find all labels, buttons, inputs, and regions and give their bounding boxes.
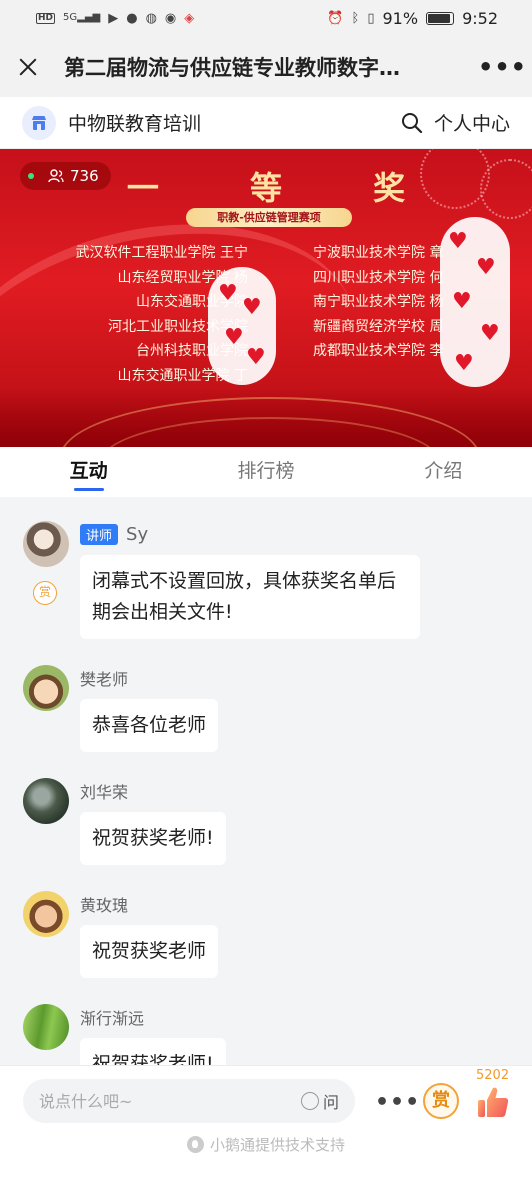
sender-name: 黄玫瑰 bbox=[80, 896, 129, 915]
heart-icon: ♥ bbox=[454, 351, 474, 376]
battery-icon bbox=[426, 11, 455, 25]
page-title: 第二届物流与供应链专业教师数字… bbox=[64, 55, 400, 80]
message-bubble: 祝贺获奖老师! bbox=[80, 812, 226, 865]
message-header: 讲师 Sy bbox=[80, 521, 492, 547]
heart-icon: ♥ bbox=[224, 325, 244, 350]
personal-center-link[interactable]: 个人中心 bbox=[434, 109, 510, 136]
heart-sticker: ♥ ♥ ♥ ♥ bbox=[208, 267, 276, 385]
vibrate-icon: ▯ bbox=[367, 10, 375, 26]
tab-interaction[interactable]: 互动 bbox=[0, 447, 177, 497]
tab-leaderboard[interactable]: 排行榜 bbox=[177, 447, 354, 497]
message-icon: ◉ bbox=[164, 10, 177, 26]
avatar[interactable] bbox=[23, 891, 69, 937]
heart-icon: ♥ bbox=[448, 229, 468, 254]
status-left: HD 5G▂▄▆ ▶ ● ◍ ◉ ◈ bbox=[36, 12, 194, 25]
winner-entry: 宁波职业技术学院 章 bbox=[313, 245, 444, 261]
like-count: 5202 bbox=[476, 1068, 510, 1083]
battery-percent: 91% bbox=[382, 8, 419, 28]
clock: 9:52 bbox=[462, 8, 498, 28]
org-name[interactable]: 中物联教育培训 bbox=[68, 109, 400, 136]
sender-name: Sy bbox=[126, 523, 149, 545]
live-video-banner[interactable]: 736 一 等 奖 职教-供应链管理赛项 武汉软件工程职业学院 王宁 山东经贸职… bbox=[0, 149, 532, 447]
message-header: 刘华荣 bbox=[80, 778, 492, 804]
app-notification-icon: ◈ bbox=[184, 10, 195, 26]
alarm-icon: ⏰ bbox=[327, 10, 344, 26]
powered-by-footer: 小鹅通提供技术支持 bbox=[0, 1134, 532, 1155]
winner-entry: 武汉软件工程职业学院 王宁 bbox=[75, 245, 248, 261]
heart-icon: ♥ bbox=[218, 281, 238, 306]
winner-entry: 新疆商贸经济学校 周 bbox=[313, 318, 444, 335]
xiaoetong-logo-icon bbox=[186, 1136, 204, 1153]
comment-input[interactable] bbox=[39, 1091, 301, 1111]
wechat-icon: ◍ bbox=[145, 10, 157, 26]
close-button[interactable] bbox=[14, 53, 42, 81]
bottom-bar: 问 ••• 赏 5202 小鹅通提供技术支持 bbox=[0, 1065, 532, 1181]
winner-entry: 南宁职业技术学院 杨 bbox=[313, 294, 444, 310]
winner-entry: 成都职业技术学院 李 bbox=[313, 343, 444, 359]
message-header: 樊老师 bbox=[80, 665, 492, 691]
notification-bell-icon: ● bbox=[126, 10, 138, 26]
avatar[interactable] bbox=[23, 521, 69, 567]
sender-name: 刘华荣 bbox=[80, 783, 129, 802]
winner-entry: 四川职业技术学院 何 bbox=[313, 269, 444, 286]
winner-list-right: 宁波职业技术学院 章 四川职业技术学院 何 南宁职业技术学院 杨 新疆商贸经济学… bbox=[313, 241, 447, 364]
sender-name: 樊老师 bbox=[80, 670, 129, 689]
lecturer-tag: 讲师 bbox=[80, 523, 119, 545]
avatar[interactable] bbox=[23, 1004, 69, 1050]
chat-message: 赏 讲师 Sy 闭幕式不设置回放，具体获奖名单后期会出相关文件! bbox=[0, 521, 532, 639]
sender-name: 渐行渐远 bbox=[80, 1009, 145, 1028]
reward-badge[interactable]: 赏 bbox=[33, 581, 57, 605]
bluetooth-icon: ᛒ bbox=[351, 10, 360, 26]
more-options-button[interactable]: ••• bbox=[478, 53, 526, 81]
thumbs-up-icon[interactable] bbox=[474, 1083, 512, 1121]
chat-message: 刘华荣 祝贺获奖老师! bbox=[0, 778, 532, 865]
heart-icon: ♥ bbox=[480, 321, 500, 346]
heart-icon: ♥ bbox=[242, 295, 262, 320]
tab-bar: 互动 排行榜 介绍 bbox=[0, 447, 532, 497]
shop-icon[interactable] bbox=[22, 105, 56, 140]
shop-icon-glyph bbox=[32, 115, 46, 130]
title-bar: 第二届物流与供应链专业教师数字… ••• bbox=[0, 36, 532, 97]
message-bubble: 闭幕式不设置回放，具体获奖名单后期会出相关文件! bbox=[80, 555, 420, 639]
heart-icon: ♥ bbox=[452, 289, 472, 314]
search-icon[interactable] bbox=[400, 111, 424, 135]
powered-by-text: 小鹅通提供技术支持 bbox=[209, 1136, 345, 1154]
ask-question-toggle[interactable]: 问 bbox=[300, 1089, 339, 1113]
chat-message-list[interactable]: 赏 讲师 Sy 闭幕式不设置回放，具体获奖名单后期会出相关文件! 樊老师 恭喜各… bbox=[0, 497, 532, 1091]
comment-input-box[interactable]: 问 bbox=[23, 1079, 355, 1123]
chat-message: 樊老师 恭喜各位老师 bbox=[0, 665, 532, 752]
more-actions-button[interactable]: ••• bbox=[375, 1090, 420, 1115]
avatar[interactable] bbox=[23, 665, 69, 711]
message-header: 黄玫瑰 bbox=[80, 891, 492, 917]
hd-indicator: HD bbox=[36, 12, 56, 24]
reward-button[interactable]: 赏 bbox=[423, 1083, 459, 1119]
message-bubble: 恭喜各位老师 bbox=[80, 699, 219, 752]
heart-sticker: ♥ ♥ ♥ ♥ ♥ bbox=[440, 217, 510, 387]
heart-icon: ♥ bbox=[476, 255, 496, 280]
ask-label: 问 bbox=[322, 1093, 339, 1112]
status-bar: HD 5G▂▄▆ ▶ ● ◍ ◉ ◈ ⏰ ᛒ ▯ 91% 9:52 bbox=[0, 0, 532, 36]
avatar[interactable] bbox=[23, 778, 69, 824]
status-right: ⏰ ᛒ ▯ 91% 9:52 bbox=[327, 9, 498, 28]
signal-icon: 5G▂▄▆ bbox=[63, 12, 101, 23]
heart-icon: ♥ bbox=[246, 345, 266, 370]
battery-fill bbox=[428, 13, 450, 23]
org-bar: 中物联教育培训 个人中心 bbox=[0, 97, 532, 149]
chat-message: 黄玫瑰 祝贺获奖老师 bbox=[0, 891, 532, 978]
tab-introduction[interactable]: 介绍 bbox=[355, 447, 532, 497]
message-header: 渐行渐远 bbox=[80, 1004, 492, 1030]
message-bubble: 祝贺获奖老师 bbox=[80, 925, 219, 978]
video-camera-icon: ▶ bbox=[108, 10, 119, 26]
radio-icon[interactable] bbox=[300, 1092, 319, 1110]
award-title: 一 等 奖 bbox=[126, 169, 446, 207]
award-subtitle: 职教-供应链管理赛项 bbox=[186, 208, 352, 227]
